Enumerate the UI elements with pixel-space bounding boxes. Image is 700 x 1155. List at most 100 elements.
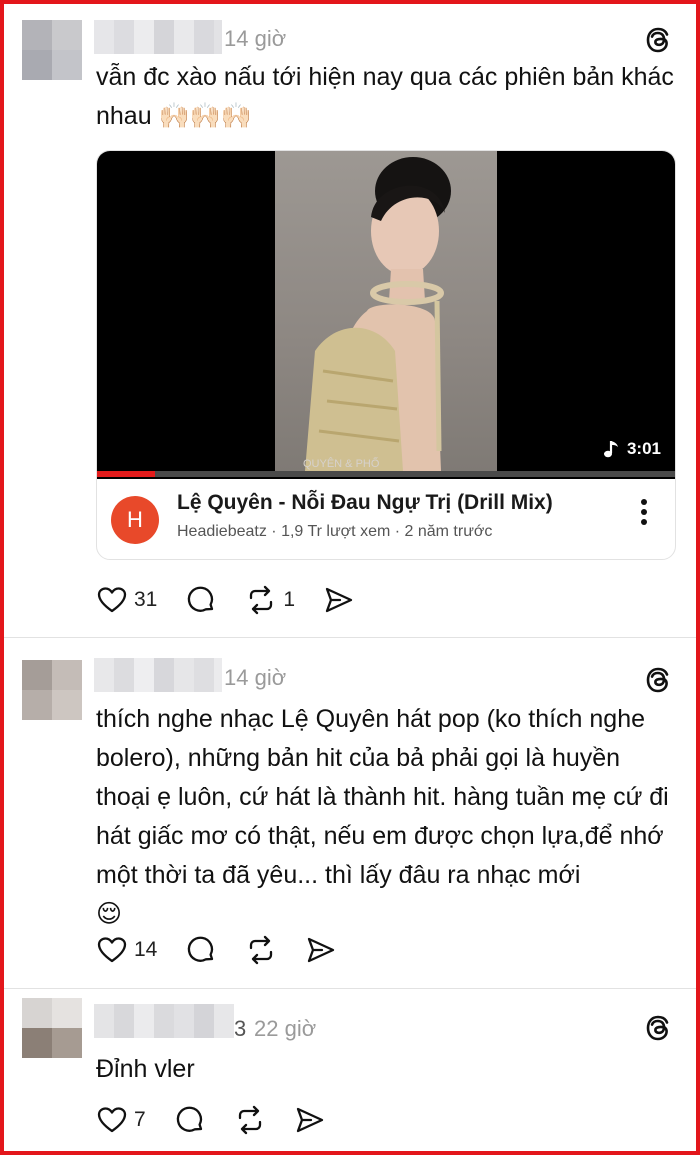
- username-pixel: [94, 658, 114, 692]
- repost-icon: [238, 1105, 261, 1135]
- video-progress-fill: [97, 471, 155, 477]
- repost-button[interactable]: [234, 1104, 266, 1136]
- post-text: Đỉnh vler: [96, 1055, 195, 1083]
- username-pixel: [154, 658, 174, 692]
- post-time: 14 giờ: [224, 665, 287, 690]
- youtube-video-card[interactable]: QUYÊN & PHỐ 3:01 H Lệ Quyên - Nỗi Đau Ng…: [96, 150, 676, 560]
- comment-icon: [188, 936, 214, 962]
- avatar[interactable]: [22, 20, 82, 80]
- username-pixel: [194, 658, 214, 692]
- username-pixel: [154, 20, 174, 54]
- username-pixel: [214, 1004, 234, 1038]
- avatar[interactable]: [22, 998, 82, 1058]
- username-pixel: [114, 658, 134, 692]
- like-button[interactable]: 31: [96, 584, 157, 616]
- username-pixel: [194, 1004, 214, 1038]
- comment-icon: [188, 586, 214, 612]
- repost-icon: [250, 935, 273, 965]
- share-button[interactable]: [294, 1104, 326, 1136]
- post-3: 3 22 giờ Đỉnh vler 7: [4, 988, 696, 1151]
- username-pixel: [194, 20, 214, 54]
- video-thumbnail[interactable]: QUYÊN & PHỐ 3:01: [97, 151, 675, 479]
- username-pixel: [94, 1004, 114, 1038]
- comment-button[interactable]: [174, 1104, 206, 1136]
- comment-icon: [176, 1106, 202, 1132]
- channel-avatar[interactable]: H: [111, 496, 159, 544]
- username-pixel: [114, 1004, 134, 1038]
- post-text: vẫn đc xào nấu tới hiện nay qua các phiê…: [96, 63, 674, 130]
- username-pixel: [134, 658, 154, 692]
- username-fragment: 3: [234, 1016, 247, 1041]
- threads-logo-icon[interactable]: [642, 664, 674, 696]
- avatar-pixel: [52, 660, 82, 690]
- avatar-pixel: [22, 50, 52, 80]
- avatar[interactable]: [22, 660, 82, 720]
- like-button[interactable]: 14: [96, 934, 157, 966]
- post-2: 14 giờ thích nghe nhạc Lệ Quyên hát pop …: [4, 638, 696, 989]
- username-pixel: [174, 658, 194, 692]
- post-actions: 31 1: [96, 580, 383, 620]
- send-icon: [296, 1107, 323, 1133]
- threads-logo-icon[interactable]: [642, 24, 674, 56]
- post-text: thích nghe nhạc Lệ Quyên hát pop (ko thí…: [96, 700, 674, 934]
- avatar-pixel: [52, 20, 82, 50]
- heart-icon: [97, 937, 127, 963]
- avatar-pixel: [52, 50, 82, 80]
- avatar-pixel: [22, 1028, 52, 1058]
- like-count: 31: [134, 588, 158, 611]
- video-duration-label: 3:01: [626, 439, 661, 458]
- singer-illustration: QUYÊN & PHỐ: [303, 157, 451, 471]
- avatar-pixel: [22, 998, 52, 1028]
- avatar-pixel: [22, 660, 52, 690]
- send-icon: [325, 587, 353, 613]
- heart-icon: [97, 1107, 127, 1133]
- video-progress-bar[interactable]: [97, 471, 675, 477]
- username-pixel: [214, 20, 222, 54]
- avatar-pixel: [22, 690, 52, 720]
- username-pixel: [134, 1004, 154, 1038]
- post-1: 14 giờ vẫn đc xào nấu tới hiện nay qua c…: [4, 0, 696, 638]
- username-pixel: [214, 658, 222, 692]
- post-text-body: thích nghe nhạc Lệ Quyên hát pop (ko thí…: [96, 705, 669, 889]
- username-pixel: [174, 20, 194, 54]
- avatar-pixel: [52, 690, 82, 720]
- video-watermark: QUYÊN & PHỐ: [303, 456, 380, 470]
- like-count: 7: [134, 1108, 146, 1131]
- avatar-pixel: [22, 20, 52, 50]
- heart-icon: [97, 587, 127, 613]
- repost-button[interactable]: 1: [245, 584, 295, 616]
- channel-initial: H: [127, 507, 143, 532]
- relieved-emoji: 😌: [96, 900, 123, 928]
- repost-icon: [250, 585, 273, 615]
- username-pixel: [154, 1004, 174, 1038]
- avatar-pixel: [52, 998, 82, 1028]
- post-actions: 14: [96, 930, 365, 970]
- video-duration: 3:01: [603, 439, 661, 459]
- username-blurred[interactable]: [94, 1004, 234, 1038]
- username-pixel: [174, 1004, 194, 1038]
- like-count: 14: [134, 938, 158, 961]
- music-note-icon: [603, 441, 618, 458]
- repost-button[interactable]: [245, 934, 277, 966]
- repost-count: 1: [283, 588, 296, 611]
- post-time: 22 giờ: [254, 1016, 317, 1041]
- video-meta: Headiebeatz · 1,9 Tr lượt xem · 2 năm tr…: [177, 523, 493, 540]
- send-icon: [308, 937, 335, 963]
- username-pixel: [134, 20, 154, 54]
- username-blurred[interactable]: [94, 658, 222, 692]
- share-button[interactable]: [323, 584, 355, 616]
- post-time: 14 giờ: [224, 26, 287, 51]
- username-blurred[interactable]: [94, 20, 222, 54]
- singer-photo: QUYÊN & PHỐ: [275, 151, 497, 471]
- username-pixel: [94, 20, 114, 54]
- username-pixel: [114, 20, 134, 54]
- post-actions: 7: [96, 1100, 354, 1140]
- comment-button[interactable]: [185, 934, 217, 966]
- video-title[interactable]: Lệ Quyên - Nỗi Đau Ngự Trị (Drill Mix): [177, 491, 553, 515]
- threads-logo-icon[interactable]: [642, 1012, 674, 1044]
- share-button[interactable]: [305, 934, 337, 966]
- comment-button[interactable]: [185, 584, 217, 616]
- like-button[interactable]: 7: [96, 1104, 146, 1136]
- more-options-icon[interactable]: [639, 497, 649, 527]
- avatar-pixel: [52, 1028, 82, 1058]
